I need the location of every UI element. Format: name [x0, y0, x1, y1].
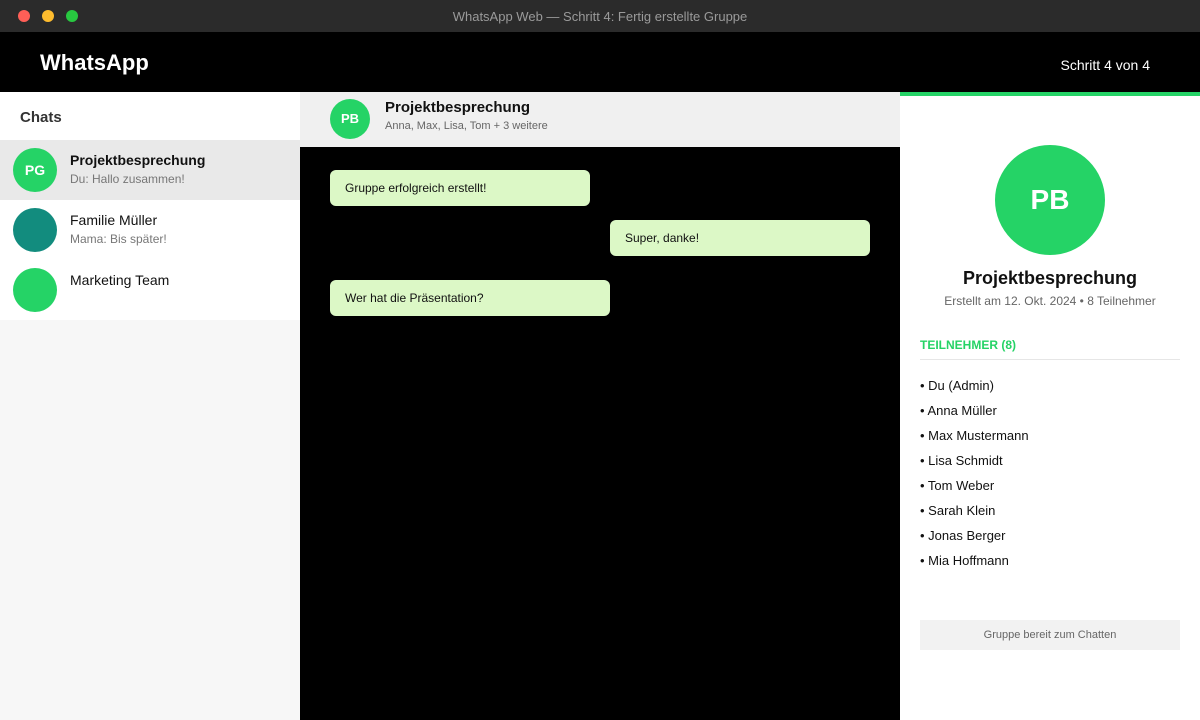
chat-name: Marketing Team	[70, 272, 170, 288]
member-item[interactable]: • Du (Admin)	[920, 378, 1029, 403]
avatar	[13, 208, 57, 252]
chat-name: Familie Müller	[70, 212, 158, 228]
member-item[interactable]: • Jonas Berger	[920, 528, 1029, 553]
member-list: • Du (Admin) • Anna Müller • Max Musterm…	[920, 378, 1029, 578]
sidebar-title: Chats	[0, 92, 300, 140]
group-info-panel: PB Projektbesprechung Erstellt am 12. Ok…	[900, 92, 1200, 720]
chat-participants: Anna, Max, Lisa, Tom + 3 weitere	[385, 120, 548, 132]
chat-list-item-familie-mueller[interactable]: Familie Müller Mama: Bis später!	[0, 200, 300, 260]
chat-panel: PB Projektbesprechung Anna, Max, Lisa, T…	[300, 92, 900, 720]
chat-list-item-projektbesprechung[interactable]: PG Projektbesprechung Du: Hallo zusammen…	[0, 140, 300, 200]
member-item[interactable]: • Sarah Klein	[920, 503, 1029, 528]
chat-list-item-marketing-team[interactable]: Marketing Team	[0, 260, 300, 320]
member-item[interactable]: • Mia Hoffmann	[920, 553, 1029, 578]
group-avatar: PB	[995, 145, 1105, 255]
message-bubble: Wer hat die Präsentation?	[330, 280, 610, 316]
avatar: PB	[330, 99, 370, 139]
message-bubble: Gruppe erfolgreich erstellt!	[330, 170, 590, 206]
chat-sidebar: Chats PG Projektbesprechung Du: Hallo zu…	[0, 92, 300, 720]
chat-title: Projektbesprechung	[385, 99, 531, 116]
chat-name: Projektbesprechung	[70, 152, 206, 168]
avatar: PG	[13, 148, 57, 192]
window-title: WhatsApp Web — Schritt 4: Fertig erstell…	[452, 9, 748, 24]
chat-preview: Du: Hallo zusammen!	[70, 172, 185, 186]
member-item[interactable]: • Anna Müller	[920, 403, 1029, 428]
member-item[interactable]: • Max Mustermann	[920, 428, 1029, 453]
chat-preview: Mama: Bis später!	[70, 232, 167, 246]
member-item[interactable]: • Lisa Schmidt	[920, 453, 1029, 478]
group-name: Projektbesprechung	[962, 268, 1138, 288]
message-bubble: Super, danke!	[610, 220, 870, 256]
members-heading: TEILNEHMER (8)	[920, 338, 1180, 360]
group-ready-status: Gruppe bereit zum Chatten	[920, 620, 1180, 650]
step-indicator: Schritt 4 von 4	[1060, 57, 1151, 73]
avatar	[13, 268, 57, 312]
group-meta: Erstellt am 12. Okt. 2024 • 8 Teilnehmer	[944, 294, 1156, 308]
member-item[interactable]: • Tom Weber	[920, 478, 1029, 503]
window-titlebar: WhatsApp Web — Schritt 4: Fertig erstell…	[0, 0, 1200, 32]
app-header: WhatsApp Schritt 4 von 4	[0, 32, 1200, 92]
chat-header[interactable]: PB Projektbesprechung Anna, Max, Lisa, T…	[300, 92, 900, 147]
brand-logo-text: WhatsApp	[40, 50, 149, 75]
